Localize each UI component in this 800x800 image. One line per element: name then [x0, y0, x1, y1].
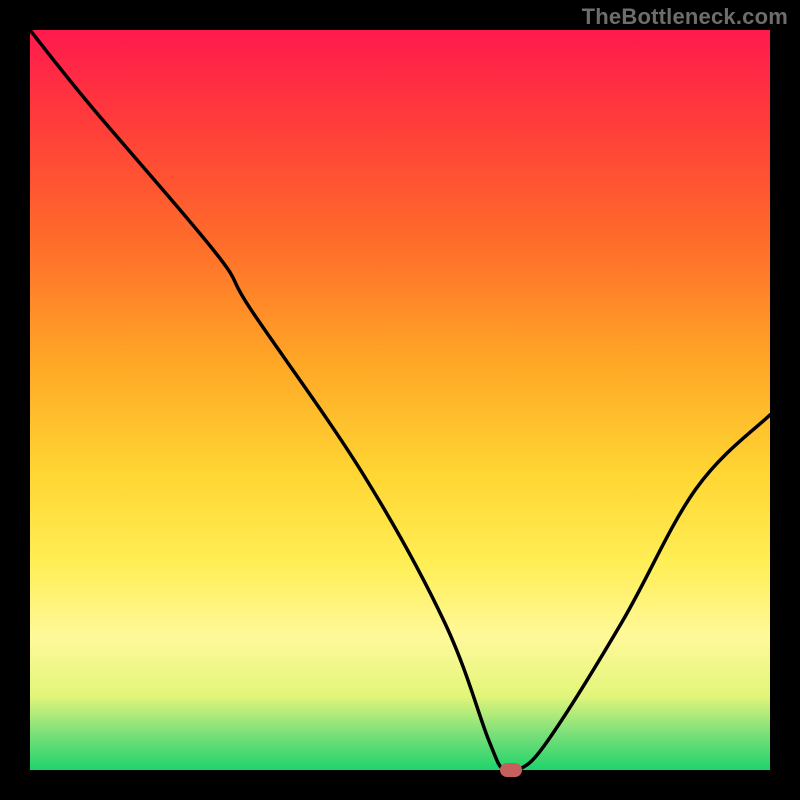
- bottleneck-curve: [30, 30, 770, 770]
- watermark-text: TheBottleneck.com: [582, 4, 788, 30]
- optimal-marker: [500, 763, 522, 777]
- chart-frame: TheBottleneck.com: [0, 0, 800, 800]
- plot-area: [30, 30, 770, 770]
